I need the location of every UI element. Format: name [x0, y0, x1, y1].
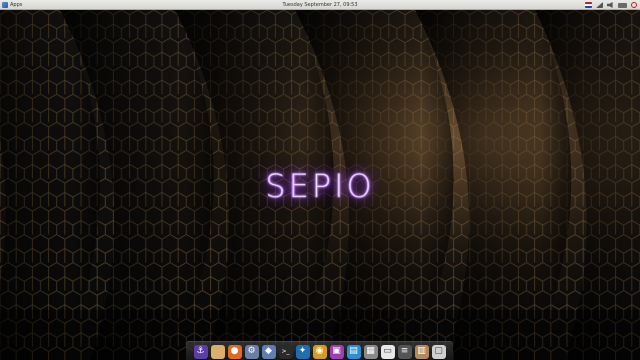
anchor-app-icon[interactable]: ⚓ [193, 344, 208, 359]
document-icon[interactable]: ▭ [380, 344, 395, 359]
image-viewer-icon[interactable]: ▦ [363, 344, 378, 359]
battery-icon[interactable] [618, 2, 627, 8]
headphones-app-icon[interactable]: ◉ [312, 344, 327, 359]
files-folder-icon[interactable] [210, 344, 225, 359]
network-graph-icon[interactable]: ✦ [295, 344, 310, 359]
settings-gear-icon[interactable]: ⚙ [244, 344, 259, 359]
trash-icon[interactable]: ▢ [431, 344, 446, 359]
volume-icon[interactable] [607, 2, 613, 8]
system-tray [585, 1, 637, 9]
top-panel: Apps Tuesday September 27, 09:53 [0, 0, 640, 10]
desktop: Apps Tuesday September 27, 09:53 SEPIO ⚓… [0, 0, 640, 360]
audio-mixer-icon[interactable]: ≡ [397, 344, 412, 359]
power-icon[interactable] [631, 2, 637, 8]
visual-studio-code-icon[interactable]: ◆ [261, 344, 276, 359]
archive-box-icon[interactable]: ▥ [414, 344, 429, 359]
keyboard-layout-flag-icon[interactable] [585, 2, 592, 8]
terminal-icon[interactable]: >_ [278, 344, 293, 359]
purple-app-icon[interactable]: ▣ [329, 344, 344, 359]
sepio-logo-text: SEPIO [265, 167, 375, 206]
clock[interactable]: Tuesday September 27, 09:53 [0, 0, 640, 10]
dock: ⚓ ● ⚙ ◆ >_ ✦ ◉ ▣ ▤ ▦ ▭ ≡ ▥ ▢ [186, 341, 453, 360]
blue-app-icon[interactable]: ▤ [346, 344, 361, 359]
firefox-icon[interactable]: ● [227, 344, 242, 359]
network-icon[interactable] [596, 2, 603, 8]
